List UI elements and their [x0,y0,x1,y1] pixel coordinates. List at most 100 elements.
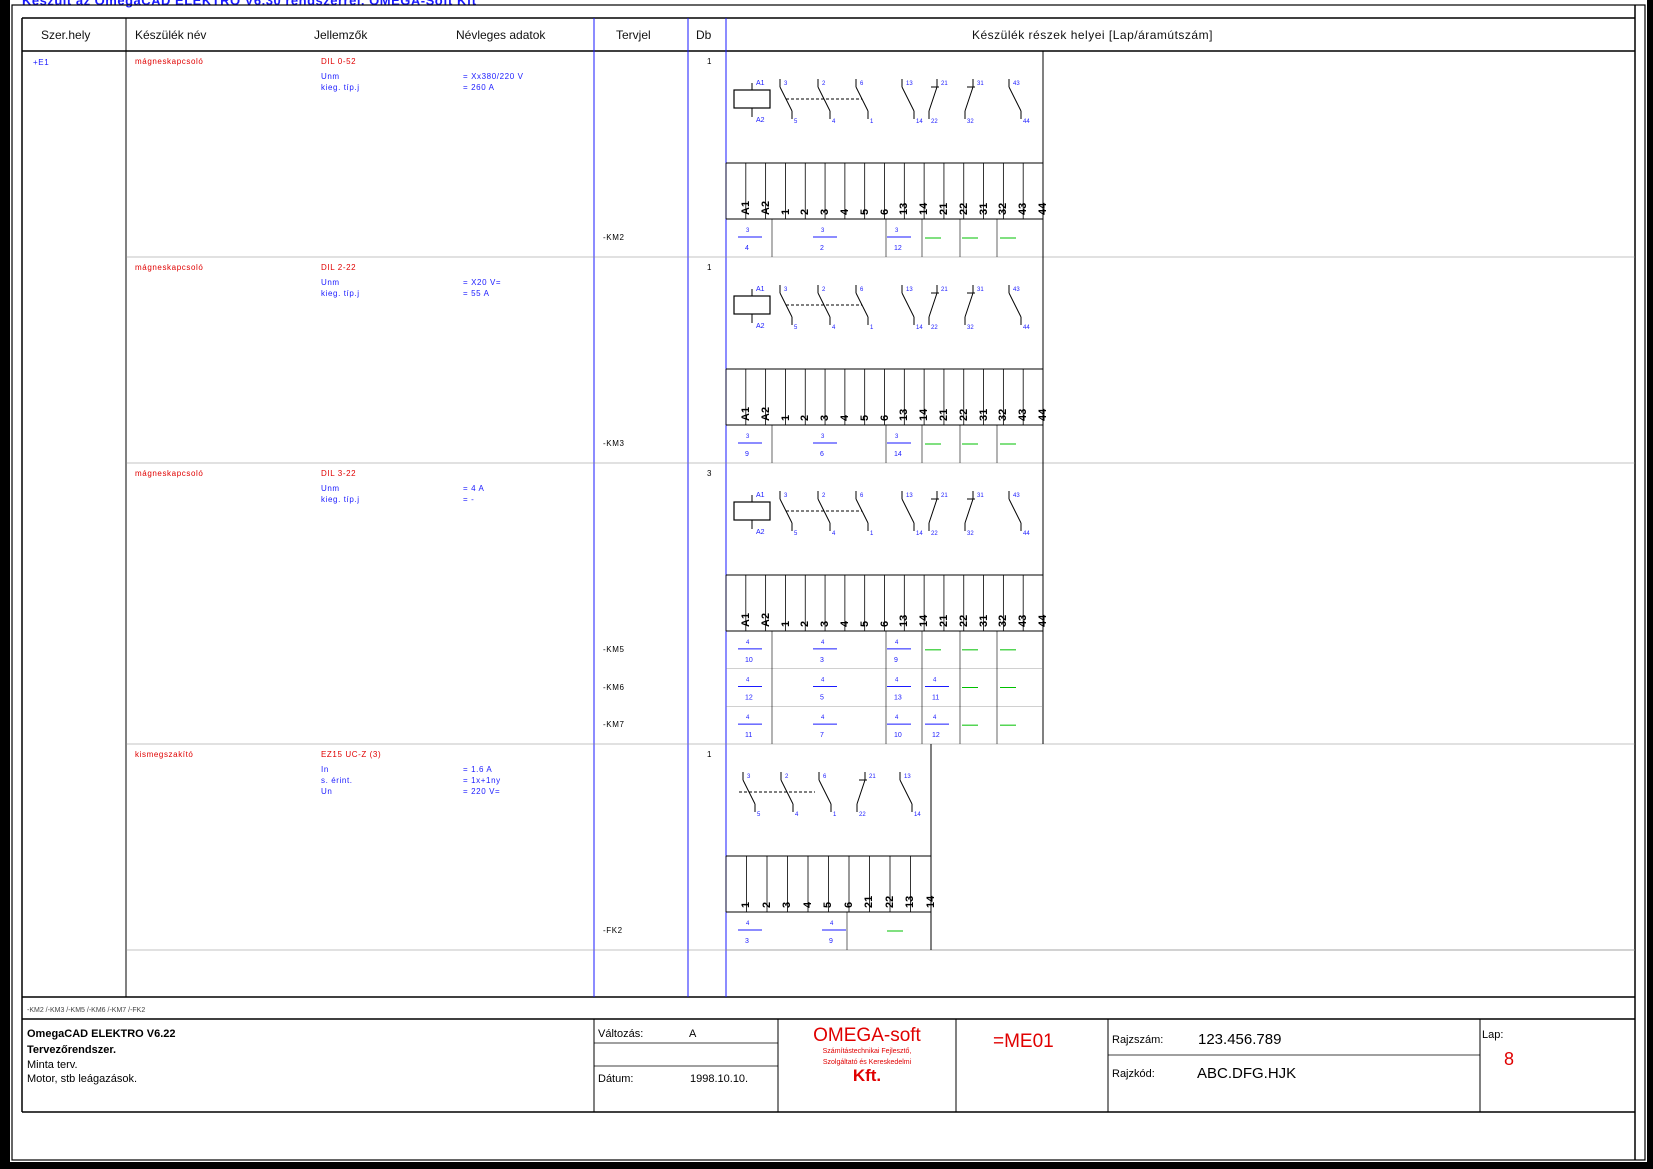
coil-symbol [733,89,771,109]
contact-label-top: 43 [1013,493,1020,499]
pin-label: 14 [918,408,931,421]
device-ref-tag: -KM5 [603,644,625,654]
contact-label-bottom: 32 [967,531,974,537]
contact-label-top: 21 [941,287,948,293]
contact-label-top: 13 [906,493,913,499]
device-ref-tag: -KM3 [603,439,625,448]
location-tag: +E1 [33,58,50,67]
pin-label: 2 [760,901,773,908]
contact-label-bottom: 14 [916,119,923,125]
xref-circuit: 11 [932,695,939,702]
contact-no [901,292,915,318]
page-label: Lap: [1482,1029,1504,1041]
document-code: =ME01 [993,1031,1054,1052]
xref-circuit: 2 [820,245,824,252]
pin-label: 32 [997,408,1010,421]
xref-circuit: 3 [745,938,749,945]
device-type: DIL 0-52 [321,57,357,66]
pin-label: 2 [799,414,812,421]
contact-label-top: 6 [860,81,864,87]
header-parts-location: Készülék részek helyei [Lap/áramútszám] [972,28,1213,42]
pin-label: 43 [1017,614,1030,627]
pin-label: 6 [878,620,891,627]
pin-label: 13 [898,202,911,215]
device-property-key: Unm [321,72,340,81]
pin-label: 22 [883,895,896,908]
device-property-value: = 1.6 A [463,765,493,774]
device-property-value: = Xx380/220 V [463,72,524,81]
device-property-value: = 260 A [463,83,495,92]
contact-label-top: 2 [822,493,826,499]
header-device-name: Készülék név [135,28,207,42]
contact-label-bottom: 1 [870,325,874,331]
contact-label-top: 6 [860,493,864,499]
device-property-value: = 1x+1ny [463,776,501,785]
device-name: mágneskapcsoló [135,469,204,478]
pin-label: A2 [759,406,772,421]
title-line4: Motor, stb leágazások. [27,1073,138,1085]
device-property-value: = 55 A [463,289,490,298]
pin-label: 14 [918,614,931,627]
outer-frame [11,4,1646,1161]
device-property-key: s. érint. [321,776,353,785]
pin-label: A2 [759,612,772,627]
contact-label-bottom: 14 [916,531,923,537]
drawing-number: 123.456.789 [1198,1031,1282,1048]
contact-no [901,86,915,112]
drawing-code-label: Rajzkód: [1112,1068,1155,1080]
xref-page: 3 [746,228,750,234]
drawing-number-label: Rajzszám: [1112,1034,1164,1046]
contact-label-top: 13 [904,774,911,780]
device-qty: 1 [707,263,713,272]
pin-label: 21 [938,614,951,627]
contact-label-top: 2 [785,774,789,780]
contact-label-bottom: 5 [794,325,798,331]
pin-label: A1 [739,200,752,215]
pin-label: 3 [819,414,832,421]
xref-circuit: 9 [745,451,749,458]
coil-symbol [733,295,771,315]
device-qty: 3 [707,469,713,478]
pin-label: 5 [858,208,871,215]
xref-page: 4 [746,921,750,927]
pin-label: 44 [1037,614,1050,627]
pin-label: 2 [799,620,812,627]
pin-label: 13 [898,408,911,421]
company-name: OMEGA-soft [813,1025,921,1046]
contact-no [1008,86,1022,112]
contact-label-top: 21 [941,81,948,87]
contact-label-top: 43 [1013,287,1020,293]
device-property-value: = - [463,495,475,504]
contact-no [901,498,915,524]
contact-nc [964,292,974,318]
coil-terminal-bottom: A2 [756,323,765,330]
pin-label: 21 [863,895,876,908]
device-property-key: kieg. típ.j [321,289,360,298]
pin-label: 4 [838,208,851,215]
pin-label: 1 [779,414,792,421]
pin-label: A2 [759,200,772,215]
contact-no [899,779,913,805]
contact-label-bottom: 4 [832,531,836,537]
device-ref-tag: -KM6 [603,682,625,692]
title-line2: Tervezőrendszer. [27,1044,117,1056]
device-property-key: Un [321,787,333,796]
contact-label-top: 3 [784,81,788,87]
pin-label: 6 [842,901,855,908]
xref-circuit: 5 [820,695,824,702]
pin-label: 4 [838,620,851,627]
title-line1: OmegaCAD ELEKTRO V6.22 [27,1028,176,1040]
contact-nc [964,498,974,524]
pin-label: A1 [739,406,752,421]
contact-label-top: 3 [747,774,751,780]
change-value: A [689,1028,697,1040]
drawing-code: ABC.DFG.HJK [1197,1065,1297,1082]
coil-terminal-top: A1 [756,492,765,499]
contact-label-top: 2 [822,287,826,293]
xref-page: 4 [821,715,825,721]
pin-label: 32 [997,202,1010,215]
pin-label: 21 [938,202,951,215]
pin-label: 31 [977,202,990,215]
xref-page: 4 [895,640,899,646]
pin-label: 3 [781,901,794,908]
